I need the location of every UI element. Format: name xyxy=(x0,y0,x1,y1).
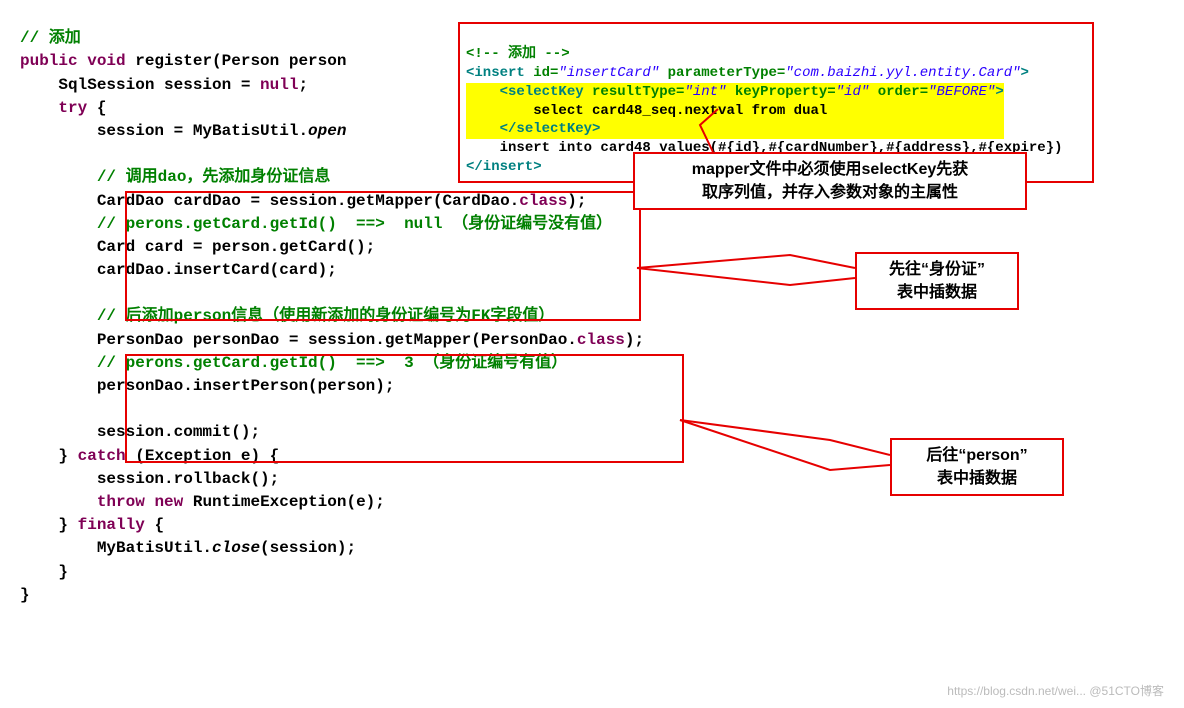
insert-card: cardDao.insertCard(card); xyxy=(97,261,337,279)
kw-finally: finally xyxy=(78,516,145,534)
callout-person: 后往“person” 表中插数据 xyxy=(890,438,1064,496)
sqlsession-decl: SqlSession session = xyxy=(58,76,260,94)
comment-add: // 添加 xyxy=(20,29,81,47)
carddao-line: CardDao cardDao = session.getMapper(Card… xyxy=(97,192,519,210)
kw-catch: catch xyxy=(78,447,126,465)
xml-comment: <!-- 添加 --> xyxy=(466,46,570,62)
rollback: session.rollback(); xyxy=(97,470,279,488)
persondao-line: PersonDao personDao = session.getMapper(… xyxy=(97,331,577,349)
method-sig: register(Person person xyxy=(126,52,347,70)
kw-null: null xyxy=(260,76,298,94)
comment-person: // 后添加person信息（使用新添加的身份证编号为FK字段值） xyxy=(97,307,555,325)
kw-throw: throw xyxy=(97,493,145,511)
open-session: session = MyBatisUtil. xyxy=(97,122,308,140)
watermark: https://blog.csdn.net/wei... @51CTO博客 xyxy=(947,683,1164,700)
comment-dao: // 调用dao，先添加身份证信息 xyxy=(97,168,331,186)
card-line: Card card = person.getCard(); xyxy=(97,238,375,256)
insert-person: personDao.insertPerson(person); xyxy=(97,377,395,395)
kw-new: new xyxy=(154,493,183,511)
kw-public: public xyxy=(20,52,78,70)
comment-null: // perons.getCard.getId() ==> null （身份证编… xyxy=(97,215,612,233)
close-call: MyBatisUtil. xyxy=(97,539,212,557)
kw-try: try xyxy=(58,99,87,117)
comment-id3: // perons.getCard.getId() ==> 3 （身份证编号有值… xyxy=(97,354,567,372)
kw-void: void xyxy=(87,52,125,70)
commit: session.commit(); xyxy=(97,423,260,441)
xml-selectkey-highlight: <selectKey resultType="int" keyProperty=… xyxy=(466,83,1004,140)
callout-card: 先往“身份证” 表中插数据 xyxy=(855,252,1019,310)
callout-mapper: mapper文件中必须使用selectKey先获 取序列值，并存入参数对象的主属… xyxy=(633,152,1027,210)
